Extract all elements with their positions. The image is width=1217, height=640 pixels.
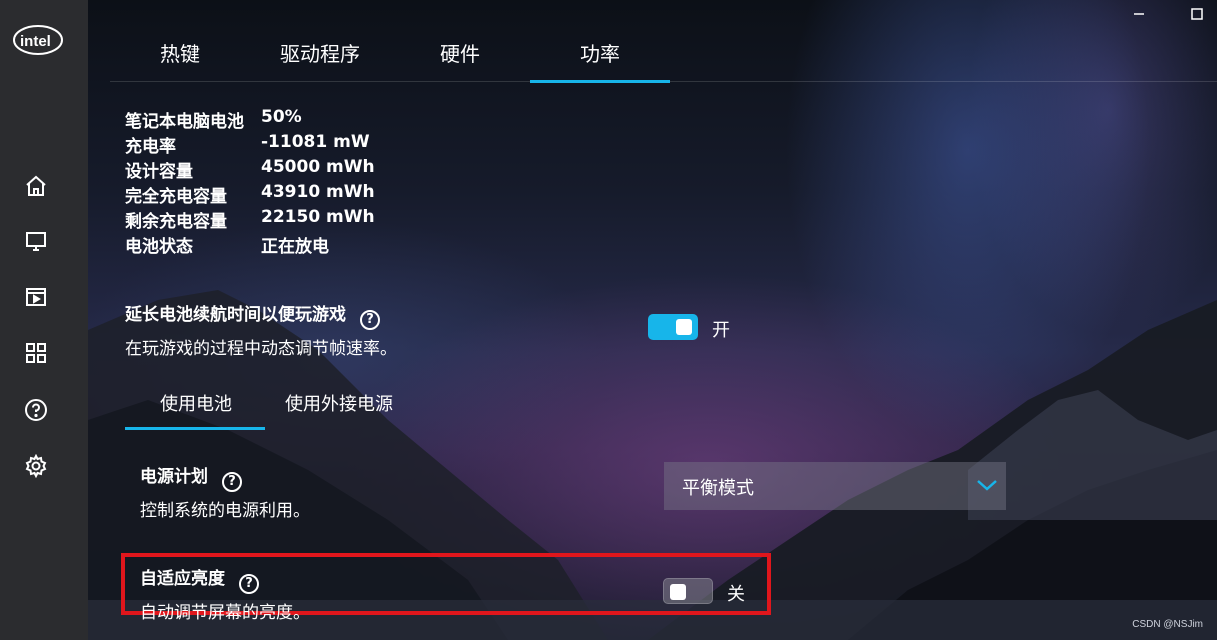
battery-value: 50% [261,107,302,127]
active-tab-indicator [125,427,265,430]
battery-label: 笔记本电脑电池 [125,112,244,132]
chevron-down-icon [977,480,997,491]
sidebar: intel [0,0,88,640]
adaptive-brightness-description: 自动调节屏幕的亮度。 [140,602,310,623]
help-icon[interactable]: ? [222,471,242,492]
tab-hotkeys[interactable]: 热键 [110,38,250,82]
tab-drivers[interactable]: 驱动程序 [250,38,390,82]
toggle-knob [670,584,686,600]
adaptive-brightness-toggle[interactable] [663,578,713,604]
remaining-capacity-label: 剩余充电容量 [125,212,227,232]
battery-status-value: 正在放电 [261,237,329,257]
adaptive-brightness-state: 关 [727,584,745,605]
extend-gaming-toggle[interactable] [648,314,698,340]
intel-logo[interactable]: intel [12,22,64,58]
power-plan-title-row: 电源计划? [140,462,310,492]
settings-gear-icon[interactable] [22,452,50,480]
home-icon[interactable] [22,172,50,200]
adaptive-brightness-title-row: 自适应亮度? [140,564,310,594]
design-capacity-label: 设计容量 [125,162,193,182]
tab-power[interactable]: 功率 [530,38,670,83]
adaptive-brightness-setting: 自适应亮度? 自动调节屏幕的亮度。 [140,564,310,623]
extend-gaming-state: 开 [712,320,730,341]
extend-gaming-title-row: 延长电池续航时间以便玩游戏? [125,300,397,330]
charge-rate-value: -11081 mW [261,132,370,152]
tab-on-battery[interactable]: 使用电池 [160,390,232,416]
full-charge-capacity-value: 43910 mWh [261,182,375,202]
extend-gaming-title: 延长电池续航时间以便玩游戏 [125,305,346,325]
help-icon[interactable]: ? [360,309,380,330]
power-plan-description: 控制系统的电源利用。 [140,500,310,521]
battery-status-label: 电池状态 [125,237,193,257]
charge-rate-label: 充电率 [125,137,176,157]
power-plan-selected: 平衡模式 [682,478,754,499]
help-icon[interactable]: ? [239,573,259,594]
extend-gaming-setting: 延长电池续航时间以便玩游戏? 在玩游戏的过程中动态调节帧速率。 [125,300,397,359]
remaining-capacity-value: 22150 mWh [261,207,375,227]
extend-gaming-description: 在玩游戏的过程中动态调节帧速率。 [125,338,397,359]
display-icon[interactable] [22,227,50,255]
apps-grid-icon[interactable] [22,339,50,367]
toggle-knob [676,319,692,335]
help-icon[interactable] [22,396,50,424]
tab-hardware[interactable]: 硬件 [390,38,530,82]
power-plan-dropdown[interactable]: 平衡模式 [664,462,1006,510]
power-plan-title: 电源计划 [140,467,208,487]
video-icon[interactable] [22,283,50,311]
watermark: CSDN @NSJim [1132,619,1203,630]
full-charge-capacity-label: 完全充电容量 [125,187,227,207]
main-tabs: 热键 驱动程序 硬件 功率 [110,0,1217,83]
design-capacity-value: 45000 mWh [261,157,375,177]
tab-plugged-in[interactable]: 使用外接电源 [285,390,393,416]
power-source-tabs: 使用电池 使用外接电源 [125,380,415,432]
svg-text:intel: intel [20,33,51,50]
adaptive-brightness-title: 自适应亮度 [140,569,225,589]
power-plan-setting: 电源计划? 控制系统的电源利用。 [140,462,310,521]
